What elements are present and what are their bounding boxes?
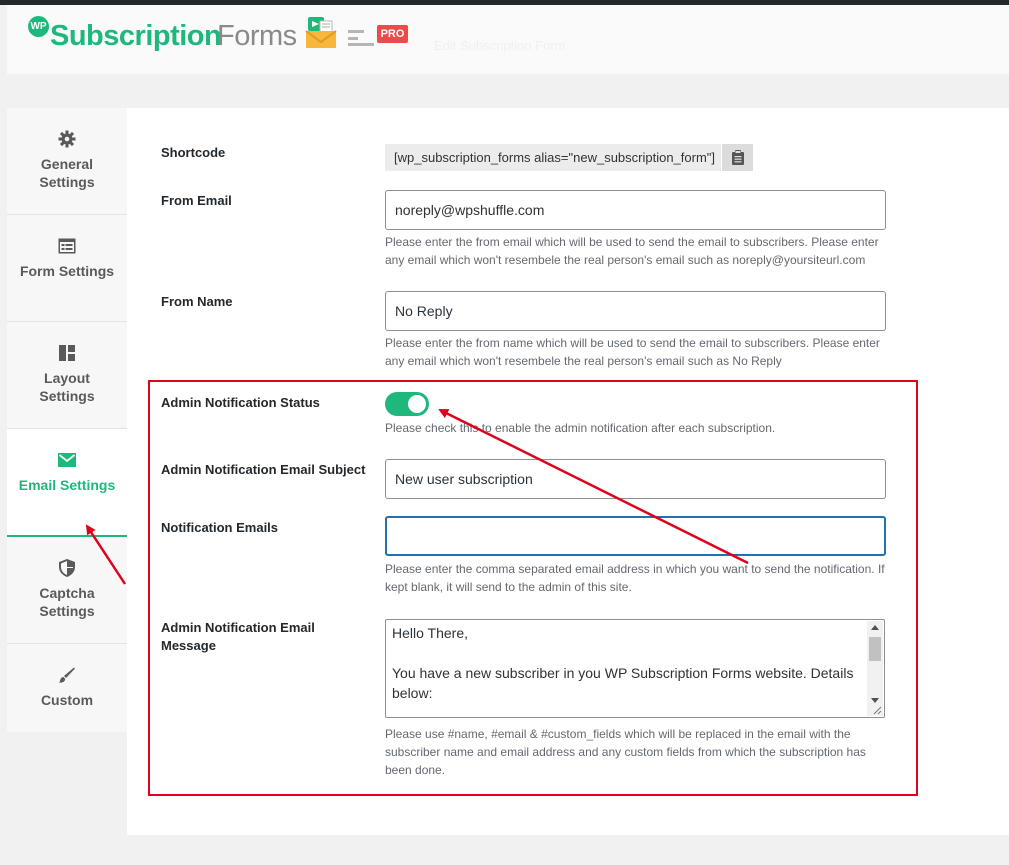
clipboard-icon: [731, 150, 744, 165]
header-faded-text: Edit Subscription Form: [434, 38, 566, 53]
sidebar-item-label: Captcha Settings: [39, 585, 95, 619]
shield-icon: [59, 558, 75, 578]
sidebar-item-email-settings[interactable]: Email Settings: [7, 429, 127, 537]
from-email-label: From Email: [161, 193, 232, 208]
envelope-icon: [58, 450, 76, 470]
shortcode-value[interactable]: [wp_subscription_forms alias="new_subscr…: [385, 144, 721, 171]
from-name-label: From Name: [161, 294, 233, 309]
from-email-help: Please enter the from email which will b…: [385, 235, 879, 267]
sidebar-item-label: General Settings: [39, 156, 95, 190]
notification-emails-help: Please enter the comma separated email a…: [385, 562, 885, 594]
admin-notification-status-help: Please check this to enable the admin no…: [385, 421, 776, 435]
sidebar-item-label: Layout Settings: [39, 370, 95, 404]
from-name-help: Please enter the from name which will be…: [385, 336, 880, 368]
mail-logo-icon: [305, 17, 337, 48]
admin-email-message-label: Admin Notification Email Message: [161, 620, 315, 653]
shortcode-label: Shortcode: [161, 145, 226, 160]
plugin-header: WP Subscription Forms PRO Edit Subscript…: [7, 5, 1009, 74]
gear-icon: [58, 129, 76, 149]
notification-emails-label: Notification Emails: [161, 520, 279, 535]
email-settings-panel: Shortcode [wp_subscription_forms alias="…: [127, 108, 1009, 835]
scroll-up-icon[interactable]: [871, 625, 879, 630]
sidebar-item-general-settings[interactable]: General Settings: [7, 108, 127, 215]
admin-email-message-textarea[interactable]: Hello There, You have a new subscriber i…: [385, 619, 885, 718]
menu-lines-icon: [348, 30, 374, 46]
sidebar-item-label: Custom: [40, 692, 94, 708]
layout-icon: [59, 343, 75, 363]
copy-shortcode-button[interactable]: [722, 144, 753, 171]
form-icon: [58, 236, 76, 256]
pro-badge: PRO: [377, 25, 408, 43]
settings-sidebar: General Settings Form Settings Layout Se…: [7, 108, 127, 732]
toggle-knob: [408, 395, 426, 413]
admin-email-subject-field[interactable]: [385, 459, 886, 499]
plugin-logo: WP Subscription Forms PRO: [28, 11, 428, 55]
admin-email-message-text: Hello There, You have a new subscriber i…: [392, 625, 854, 701]
from-email-field[interactable]: [385, 190, 886, 230]
notification-emails-field[interactable]: [385, 516, 886, 556]
sidebar-item-label: Form Settings: [19, 263, 115, 279]
brand-primary: Subscription: [50, 20, 222, 52]
admin-notification-toggle[interactable]: [385, 392, 429, 416]
brush-icon: [59, 665, 75, 685]
textarea-scrollbar[interactable]: [867, 621, 883, 716]
admin-notification-status-label: Admin Notification Status: [161, 395, 320, 410]
sidebar-item-layout-settings[interactable]: Layout Settings: [7, 322, 127, 429]
wp-badge: WP: [28, 16, 49, 37]
from-name-field[interactable]: [385, 291, 886, 331]
sidebar-item-custom[interactable]: Custom: [7, 644, 127, 732]
sidebar-item-captcha-settings[interactable]: Captcha Settings: [7, 537, 127, 644]
sidebar-item-label: Email Settings: [18, 477, 116, 493]
scroll-thumb[interactable]: [869, 637, 881, 661]
scroll-down-icon[interactable]: [871, 698, 879, 703]
admin-email-message-help: Please use #name, #email & #custom_field…: [385, 727, 866, 777]
resize-handle-icon[interactable]: [872, 705, 882, 715]
admin-email-subject-label: Admin Notification Email Subject: [161, 462, 366, 477]
sidebar-item-form-settings[interactable]: Form Settings: [7, 215, 127, 322]
brand-secondary: Forms: [217, 20, 297, 52]
